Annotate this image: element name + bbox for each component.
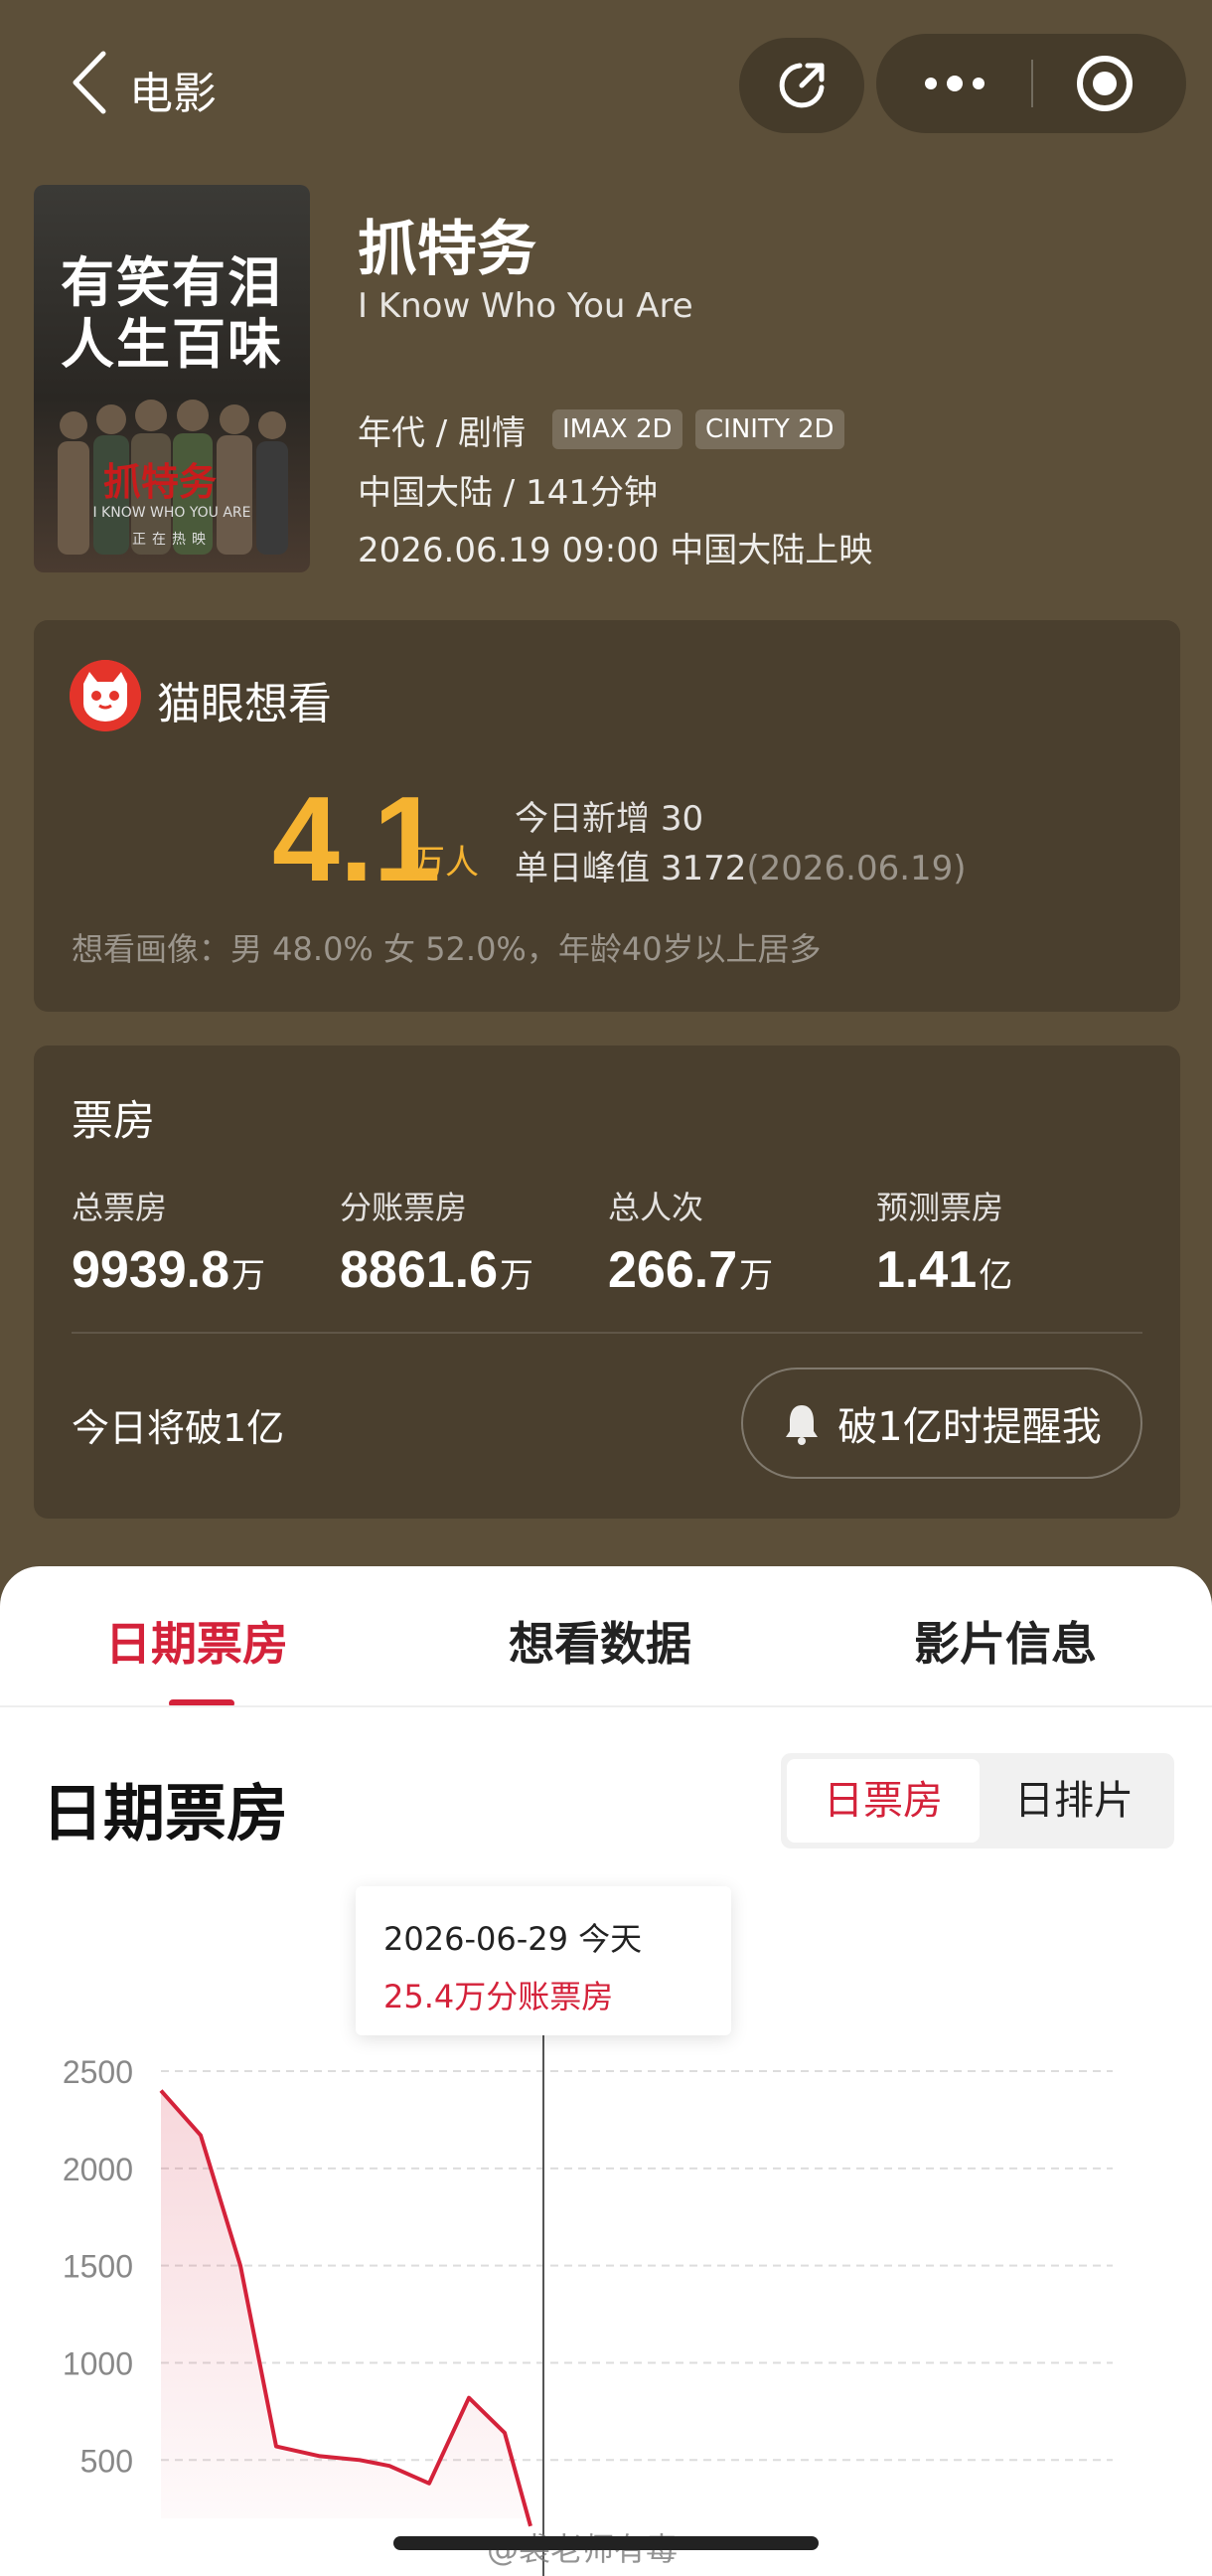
today-new: 今日新增 30 — [515, 791, 703, 840]
poster-tag: 正在热映 — [132, 532, 212, 548]
remind-label: 破1亿时提醒我 — [837, 1404, 1102, 1450]
movie-genre: 年代 / 剧情 — [358, 413, 527, 453]
section-title: 日期票房 — [42, 1777, 289, 1850]
share-button[interactable] — [739, 38, 864, 133]
seg-daily-boxoffice[interactable]: 日票房 — [787, 1759, 980, 1843]
want-to-see-card[interactable]: 猫眼想看 4.1 万人 今日新增 30 单日峰值 3172(2026.06.19… — [34, 620, 1180, 1012]
stat-label: 总票房 — [72, 1189, 168, 1226]
stat-total: 总票房 9939.8万 — [72, 1183, 265, 1300]
tooltip-date: 2026-06-29 今天 — [383, 1920, 643, 1958]
movie-poster[interactable]: 有笑有泪 人生百味 抓特务 I KNOW WHO YOU ARE 正在热映 — [34, 185, 310, 572]
stat-unit: 亿 — [979, 1256, 1013, 1296]
bell-icon — [786, 1405, 819, 1445]
daily-peak: 单日峰值 3172(2026.06.19) — [515, 841, 967, 889]
stat-unit: 万 — [231, 1256, 266, 1296]
format-badge-cinity: CINITY 2D — [695, 409, 844, 449]
movie-title: 抓特务 — [358, 215, 536, 284]
tab-daily-boxoffice[interactable]: 日期票房 — [105, 1608, 288, 1674]
maoyan-cat-icon — [70, 660, 141, 731]
back-button[interactable] — [66, 48, 125, 117]
format-badge-imax: IMAX 2D — [552, 409, 682, 449]
stat-split: 分账票房 8861.6万 — [340, 1183, 533, 1300]
peak-value: 3172 — [660, 849, 747, 888]
boxoffice-title: 票房 — [72, 1096, 156, 1145]
chart-tooltip: 2026-06-29 今天 25.4万分账票房 — [356, 1886, 731, 2035]
stat-label: 预测票房 — [876, 1189, 1004, 1226]
poster-subtitle: I KNOW WHO YOU ARE — [92, 505, 251, 521]
y-tick-label: 1500 — [63, 2249, 133, 2285]
stat-value: 1.41 — [876, 1241, 978, 1299]
want-profile: 想看画像：男 48.0% 女 52.0%，年龄40岁以上居多 — [72, 930, 822, 968]
tab-divider — [0, 1705, 1212, 1707]
stat-unit: 万 — [739, 1256, 774, 1296]
y-tick-label: 500 — [80, 2443, 133, 2479]
share-icon — [779, 63, 825, 108]
y-tick-label: 1000 — [63, 2345, 133, 2381]
tab-want-data[interactable]: 想看数据 — [509, 1608, 691, 1674]
movie-english-title: I Know Who You Are — [358, 286, 693, 326]
close-target-icon[interactable] — [1077, 56, 1133, 111]
movie-region-runtime: 中国大陆 / 141分钟 — [358, 473, 658, 513]
chart-mode-toggle: 日票房 日排片 — [781, 1753, 1174, 1849]
stat-unit: 万 — [500, 1256, 534, 1296]
today-new-value: 30 — [660, 799, 704, 839]
stat-value: 8861.6 — [340, 1241, 499, 1299]
y-tick-label: 2000 — [63, 2152, 133, 2187]
stat-admissions: 总人次 266.7万 — [608, 1183, 773, 1300]
break-milestone-text: 今日将破1亿 — [72, 1406, 285, 1450]
boxoffice-card: 票房 总票房 9939.8万 分账票房 8861.6万 总人次 266.7万 预… — [34, 1046, 1180, 1519]
capsule-divider — [1031, 60, 1033, 107]
y-tick-label: 2500 — [63, 2054, 133, 2090]
remind-me-button[interactable]: 破1亿时提醒我 — [741, 1368, 1142, 1479]
tooltip-value: 25.4万分账票房 — [383, 1978, 614, 2015]
peak-label: 单日峰值 — [515, 849, 650, 888]
poster-logo: 抓特务 — [103, 459, 218, 504]
tab-movie-info[interactable]: 影片信息 — [914, 1608, 1097, 1674]
movie-release: 2026.06.19 09:00 中国大陆上映 — [358, 531, 873, 570]
seg-daily-schedule[interactable]: 日排片 — [980, 1759, 1168, 1843]
chart-area — [161, 2090, 530, 2526]
chevron-left-icon — [73, 51, 106, 114]
home-indicator — [393, 2536, 819, 2550]
boxoffice-divider — [72, 1332, 1142, 1334]
miniprogram-capsule — [876, 34, 1186, 133]
poster-slogan-2: 人生百味 — [61, 312, 283, 376]
today-new-label: 今日新增 — [515, 799, 650, 839]
want-label: 猫眼想看 — [157, 679, 332, 729]
stat-value: 9939.8 — [72, 1241, 230, 1299]
nav-title: 电影 — [129, 69, 217, 119]
stat-label: 总人次 — [608, 1189, 704, 1226]
stat-value: 266.7 — [608, 1241, 738, 1299]
peak-date: (2026.06.19) — [746, 849, 967, 888]
stat-forecast: 预测票房 1.41亿 — [876, 1183, 1012, 1300]
want-unit: 万人 — [411, 843, 479, 883]
more-icon[interactable] — [920, 72, 999, 95]
stat-label: 分账票房 — [340, 1189, 468, 1226]
